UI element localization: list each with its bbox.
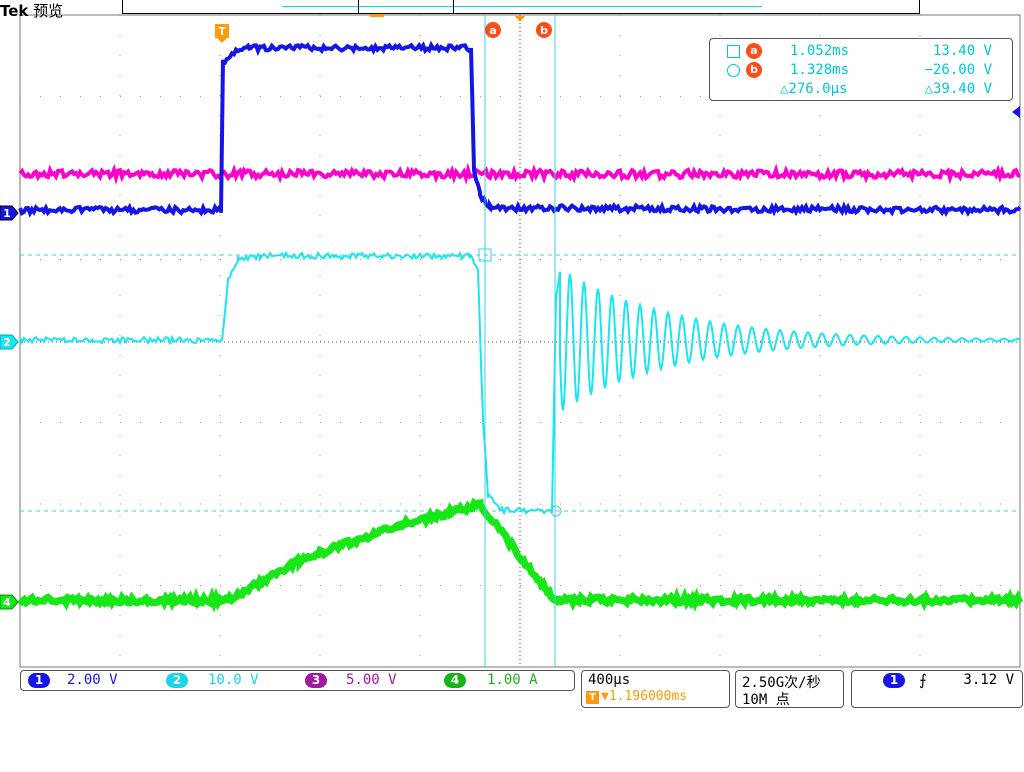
channel-1-ground-marker: 1 (0, 206, 18, 220)
cursor-a-marker-icon: a (485, 22, 501, 38)
title-bar: Tek 预览 (0, 0, 63, 21)
cursor-a-readout: a 1.052ms 13.40 V (710, 43, 1012, 61)
cursor-delta-readout: △276.0µs △39.40 V (710, 81, 1012, 99)
cursor-b-value: −26.00 V (925, 62, 992, 78)
svg-text:4: 4 (3, 596, 11, 609)
mode-label: 预览 (33, 2, 63, 20)
channel-2-scale-value: 10.0 V (208, 672, 259, 688)
square-cursor-icon (727, 45, 740, 58)
channel-2-icon: 2 (166, 673, 188, 688)
oscilloscope-screen: TabT124 (0, 0, 1024, 772)
delta-time: △276.0µs (780, 81, 847, 97)
channel-2-ground-marker: 2 (0, 335, 18, 349)
cursor-readout-panel: a 1.052ms 13.40 V b 1.328ms −26.00 V △27… (709, 38, 1013, 101)
channel-4-scale-value: 1.00 A (487, 672, 538, 688)
svg-text:2: 2 (3, 336, 11, 349)
cursor-a-time: 1.052ms (790, 43, 849, 59)
circle-cursor-icon (727, 64, 740, 77)
channel-scale-bar: 1 2.00 V 2 10.0 V 3 5.00 V 4 1.00 A (20, 670, 575, 691)
rising-edge-icon: ⨍ (919, 671, 927, 689)
record-view-bar[interactable] (122, 0, 920, 14)
waveform-display: TabT124 (0, 0, 1024, 768)
channel-1-scale-value: 2.00 V (67, 672, 118, 688)
acquisition-panel[interactable]: 2.50G次/秒 10M 点 (735, 670, 844, 708)
horizontal-position: ▼1.196000ms (601, 689, 687, 704)
channel-4-ground-marker: 4 (0, 595, 18, 609)
delta-value: △39.40 V (925, 81, 992, 97)
svg-text:a: a (489, 24, 496, 37)
channel-3-scale-value: 5.00 V (346, 672, 397, 688)
channel-1-icon: 1 (28, 673, 50, 688)
cursor-b-icon: b (746, 62, 762, 78)
svg-text:b: b (540, 24, 548, 37)
record-length: 10M 点 (742, 689, 790, 709)
cursor-b-time: 1.328ms (790, 62, 849, 78)
svg-text:T: T (218, 25, 226, 38)
trigger-position-icon: T (586, 691, 599, 704)
record-view-window[interactable] (358, 0, 454, 14)
cursor-a-value: 13.40 V (933, 43, 992, 59)
cursor-b-readout: b 1.328ms −26.00 V (710, 62, 1012, 80)
channel-4-icon: 4 (444, 673, 466, 688)
horizontal-scale: 400µs (588, 672, 630, 688)
channel-3-icon: 3 (305, 673, 327, 688)
cursor-b-marker-icon: b (536, 22, 552, 38)
trigger-level: 3.12 V (963, 672, 1014, 688)
record-view-waveform (282, 6, 762, 7)
svg-text:1: 1 (3, 207, 11, 220)
timebase-panel[interactable]: 400µs T ▼1.196000ms (581, 670, 730, 708)
cursor-a-icon: a (746, 43, 762, 59)
trigger-source-icon: 1 (883, 673, 905, 688)
trigger-panel[interactable]: 1 ⨍ 3.12 V (851, 670, 1023, 708)
trigger-marker-icon: T (215, 24, 229, 38)
brand-label: Tek (0, 2, 28, 20)
